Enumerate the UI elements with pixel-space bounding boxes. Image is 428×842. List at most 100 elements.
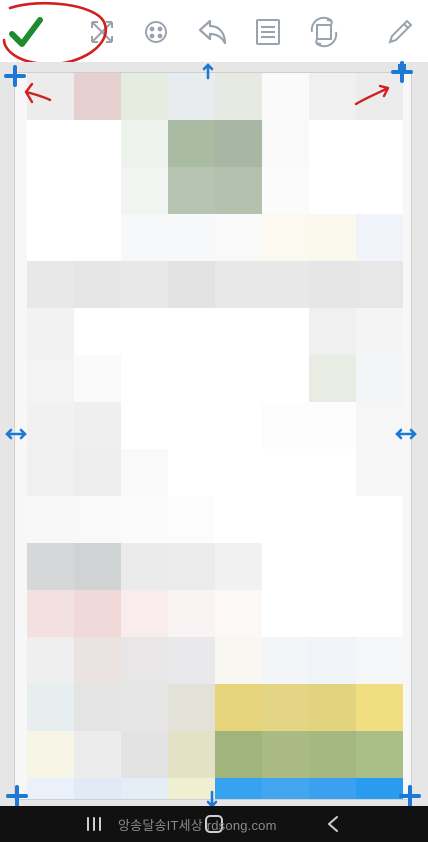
- mosaic-tile: [74, 590, 121, 637]
- mosaic-tile: [356, 590, 403, 637]
- edit-pencil-icon[interactable]: [380, 12, 420, 52]
- toolbar: [0, 0, 428, 63]
- mosaic-tile: [309, 214, 356, 261]
- mosaic-tile: [309, 590, 356, 637]
- mosaic-tile: [356, 308, 403, 355]
- mosaic-tile: [27, 261, 74, 308]
- mosaic-tile: [121, 261, 168, 308]
- mosaic-tile: [356, 778, 403, 799]
- mosaic-tile: [74, 308, 121, 355]
- recents-icon[interactable]: [80, 812, 108, 836]
- mosaic-tile: [309, 449, 356, 496]
- mosaic-tile: [215, 73, 262, 120]
- mosaic-tile: [356, 731, 403, 778]
- mosaic-tile: [121, 684, 168, 731]
- mosaic-tile: [27, 496, 74, 543]
- mosaic-tile: [27, 214, 74, 261]
- mosaic-tile: [356, 684, 403, 731]
- mosaic-tile: [262, 402, 309, 449]
- mosaic-tile: [262, 308, 309, 355]
- mosaic-tile: [168, 449, 215, 496]
- mosaic-tile: [262, 496, 309, 543]
- mosaic-tile: [215, 261, 262, 308]
- mosaic-tile: [262, 590, 309, 637]
- mosaic-tile: [121, 778, 168, 799]
- mosaic-tile: [27, 402, 74, 449]
- mosaic-tile: [27, 355, 74, 402]
- mosaic-tile: [215, 543, 262, 590]
- mosaic-tile: [309, 73, 356, 120]
- crop-handle-top-left[interactable]: [3, 64, 27, 88]
- mosaic-tile: [309, 637, 356, 684]
- mosaic-tile: [121, 308, 168, 355]
- mosaic-tile: [121, 355, 168, 402]
- mosaic-tile: [356, 543, 403, 590]
- mosaic-tile: [74, 73, 121, 120]
- mosaic-tile: [356, 496, 403, 543]
- mosaic-tile: [74, 731, 121, 778]
- mosaic-tile: [262, 261, 309, 308]
- crop-handle-bottom-left[interactable]: [5, 784, 29, 808]
- crop-handle-bottom-right[interactable]: [398, 784, 422, 808]
- mosaic-tile: [74, 449, 121, 496]
- mosaic-tile: [168, 731, 215, 778]
- crop-handle-top-right[interactable]: [390, 60, 414, 84]
- mosaic-tile: [27, 543, 74, 590]
- mosaic-tile: [27, 308, 74, 355]
- mosaic-tile: [215, 590, 262, 637]
- mosaic-tile: [74, 167, 121, 214]
- mosaic-tile: [74, 778, 121, 799]
- rotate-icon[interactable]: [304, 12, 344, 52]
- confirm-check-icon[interactable]: [6, 12, 46, 52]
- mosaic-tile: [168, 684, 215, 731]
- mosaic-tile: [309, 543, 356, 590]
- mosaic-tile: [121, 590, 168, 637]
- crop-handle-right[interactable]: [394, 422, 418, 446]
- mosaic-tile: [215, 355, 262, 402]
- mosaic-tile: [121, 731, 168, 778]
- mosaic-tile: [27, 120, 74, 167]
- mosaic-tile: [168, 543, 215, 590]
- expand-icon[interactable]: [82, 12, 122, 52]
- focus-icon[interactable]: [136, 12, 176, 52]
- mosaic-tile: [262, 73, 309, 120]
- mosaic-tile: [356, 355, 403, 402]
- mosaic-tile: [74, 684, 121, 731]
- mosaic-tile: [262, 684, 309, 731]
- crop-handle-left[interactable]: [4, 422, 28, 446]
- mosaic-tile: [309, 402, 356, 449]
- mosaic-tile: [74, 543, 121, 590]
- mosaic-tile: [27, 590, 74, 637]
- cropped-image[interactable]: [14, 72, 412, 800]
- crop-handle-top[interactable]: [196, 60, 220, 84]
- mosaic-tile: [27, 449, 74, 496]
- mosaic-tile: [168, 496, 215, 543]
- mosaic-tile: [168, 590, 215, 637]
- print-icon[interactable]: [248, 12, 288, 52]
- mosaic-tile: [215, 214, 262, 261]
- mosaic-tile: [309, 308, 356, 355]
- mosaic-tile: [356, 449, 403, 496]
- mosaic-tile: [121, 214, 168, 261]
- mosaic-tile: [168, 261, 215, 308]
- mosaic-tile: [74, 214, 121, 261]
- undo-icon[interactable]: [192, 12, 232, 52]
- mosaic-tile: [121, 543, 168, 590]
- mosaic-tile: [262, 214, 309, 261]
- mosaic-tile: [27, 73, 74, 120]
- mosaic-tile: [215, 120, 262, 167]
- mosaic-tile: [309, 120, 356, 167]
- mosaic-tile: [168, 167, 215, 214]
- mosaic-tile: [74, 355, 121, 402]
- mosaic-tile: [74, 637, 121, 684]
- mosaic-tile: [121, 167, 168, 214]
- mosaic-tile: [356, 214, 403, 261]
- back-icon[interactable]: [320, 812, 348, 836]
- mosaic-tile: [27, 731, 74, 778]
- mosaic-tile: [262, 167, 309, 214]
- mosaic-tile: [356, 120, 403, 167]
- mosaic-tile: [215, 496, 262, 543]
- mosaic-tile: [309, 261, 356, 308]
- mosaic-tile: [215, 167, 262, 214]
- mosaic-tile: [309, 778, 356, 799]
